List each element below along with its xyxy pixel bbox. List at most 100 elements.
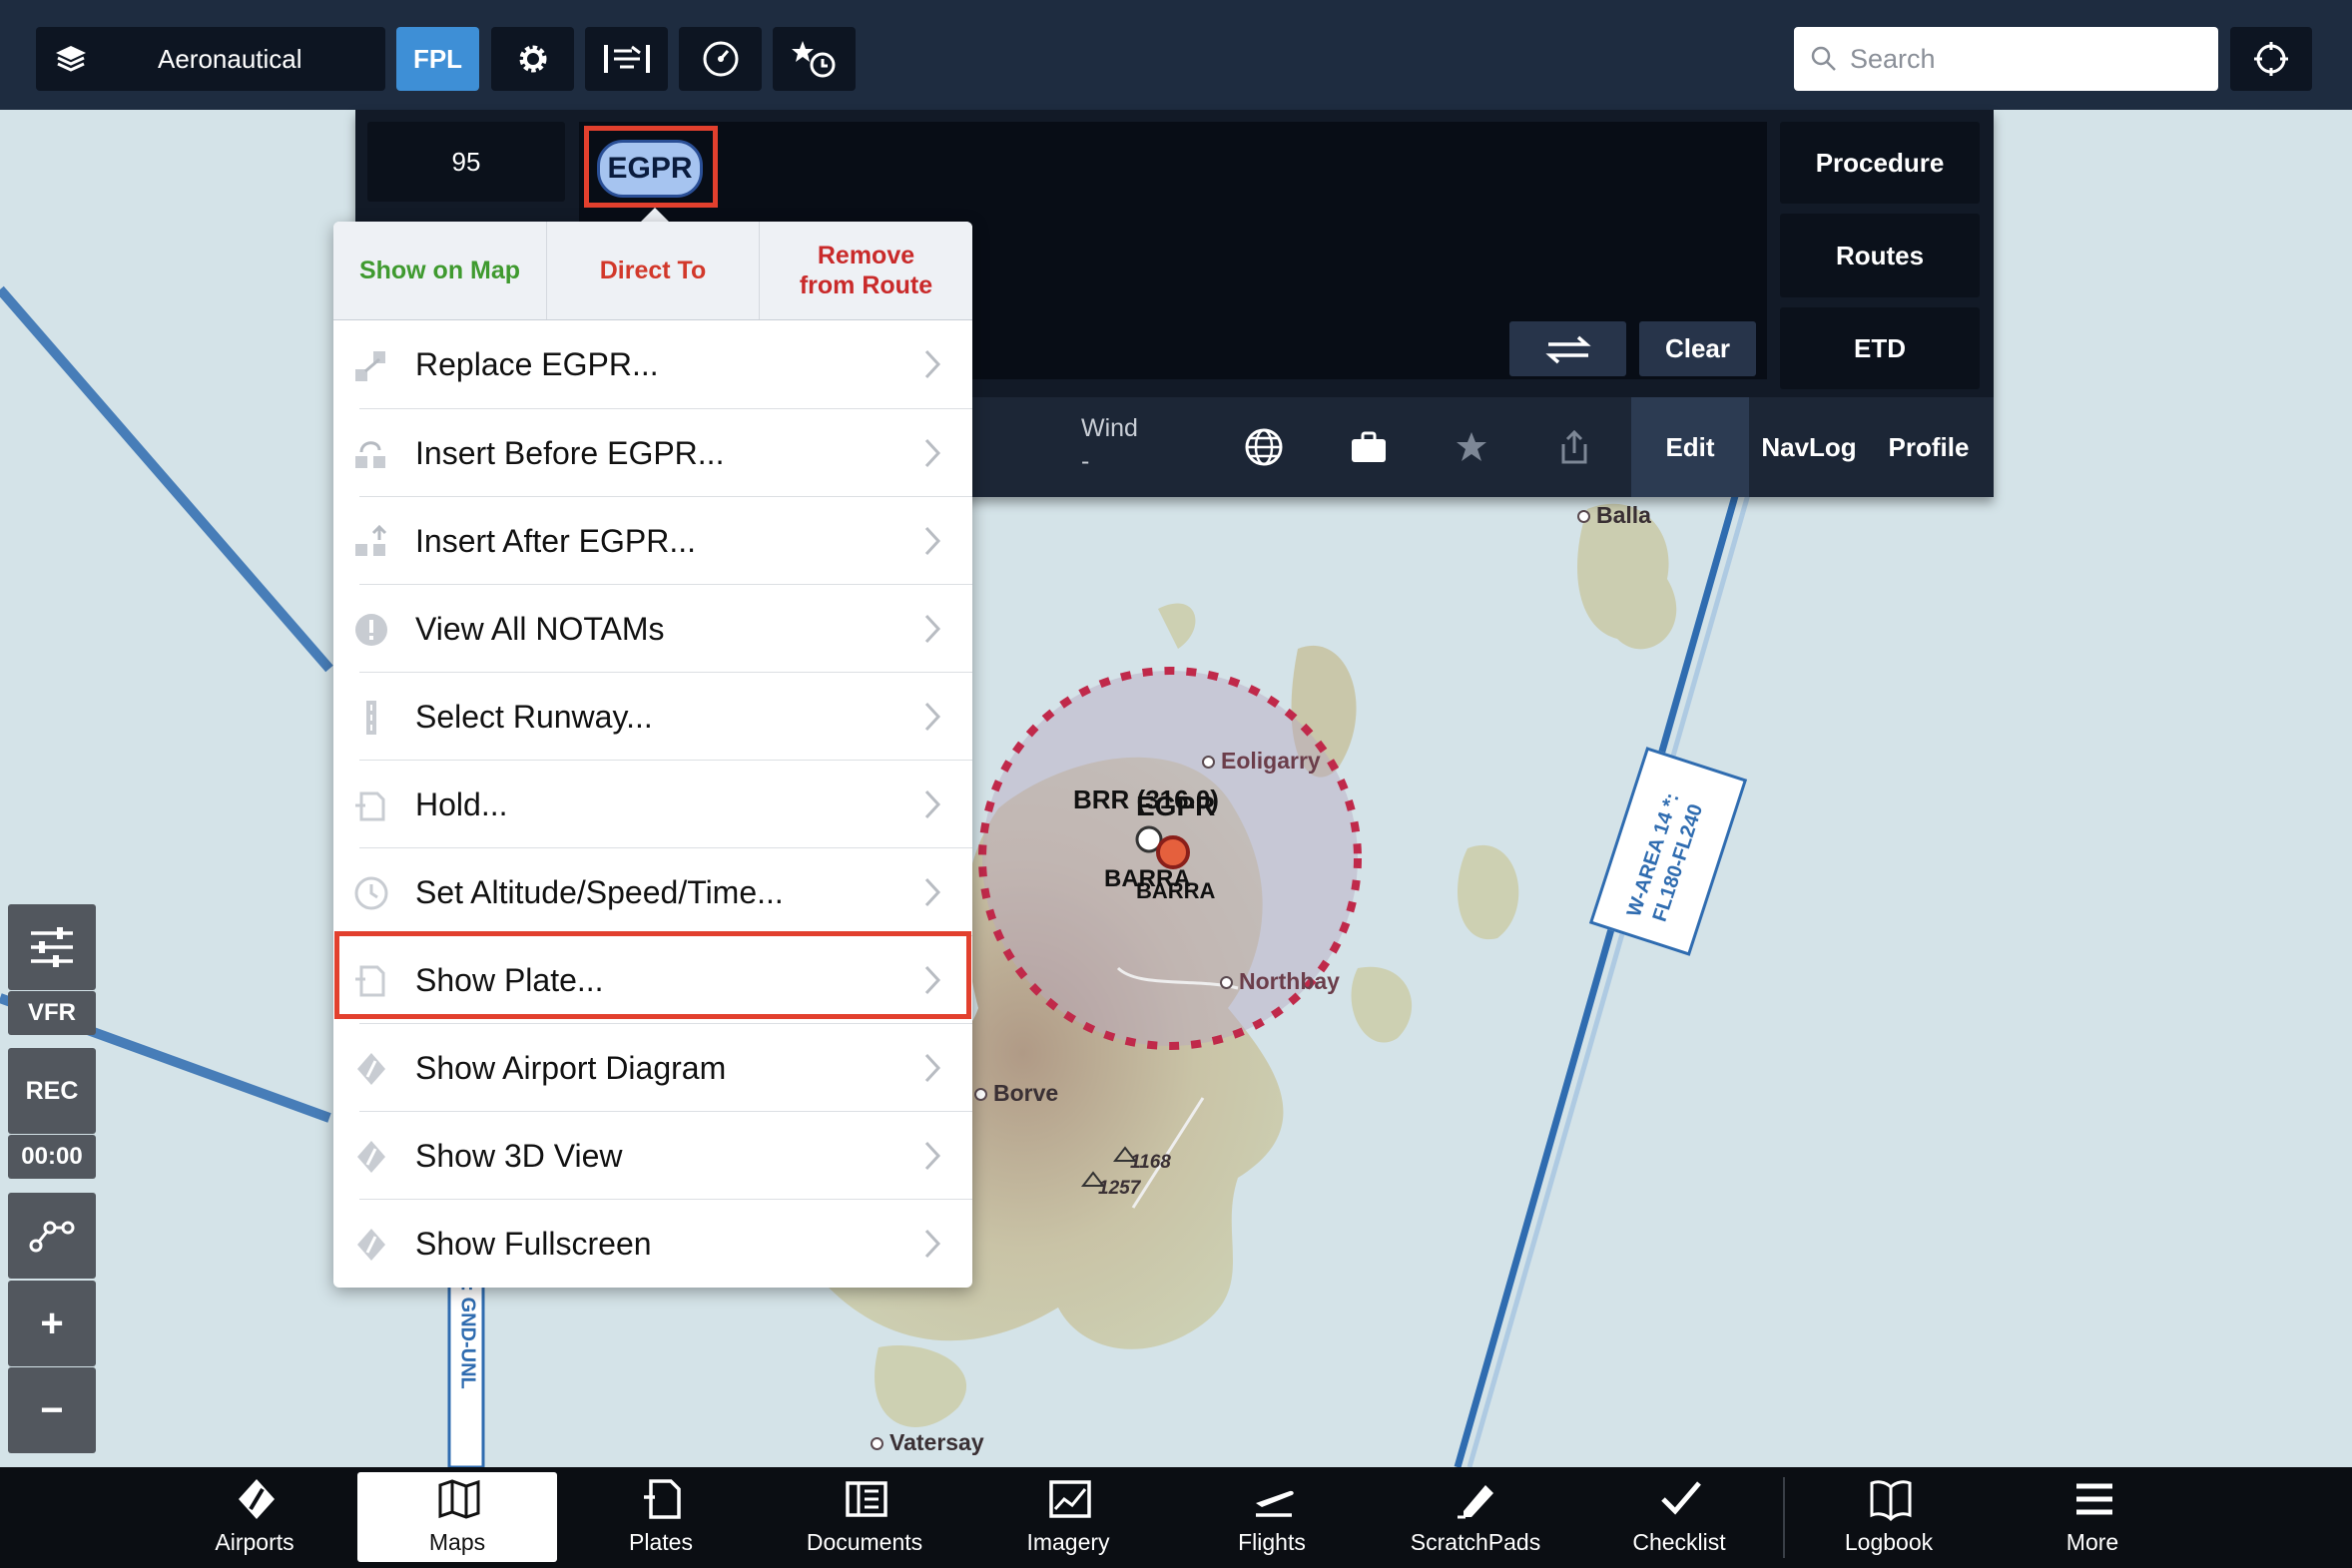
tab-more[interactable]: More — [1993, 1467, 2192, 1568]
wind-bars-icon — [603, 45, 650, 73]
notam-alert-icon — [355, 614, 387, 646]
layers-button[interactable]: Aeronautical — [36, 27, 385, 91]
tab-navlog[interactable]: NavLog — [1749, 397, 1869, 497]
route-tool-button[interactable] — [8, 1193, 96, 1279]
search-icon — [1811, 46, 1836, 71]
menu-item-airport-diagram[interactable]: Show Airport Diagram — [333, 1024, 972, 1112]
map-icon — [438, 1479, 480, 1519]
globe-icon — [1245, 428, 1283, 466]
menu-item-label: Select Runway... — [415, 698, 653, 735]
show-plate-highlight-box — [334, 931, 971, 1019]
flights-icon — [1256, 1490, 1294, 1517]
weight-balance-button[interactable] — [1329, 397, 1409, 497]
clear-button[interactable]: Clear — [1639, 321, 1756, 376]
top-toolbar: Aeronautical FPL — [0, 0, 2352, 110]
globe-button[interactable] — [1224, 397, 1304, 497]
zoom-out-button[interactable]: − — [8, 1367, 96, 1453]
chevron-right-icon — [924, 349, 941, 379]
chevron-right-icon — [924, 1053, 941, 1083]
direct-to-button[interactable]: Direct To — [547, 222, 760, 319]
menu-item-notams[interactable]: View All NOTAMs — [333, 585, 972, 673]
insert-before-icon — [355, 441, 385, 468]
tab-checklist[interactable]: Checklist — [1579, 1467, 1779, 1568]
menu-item-replace[interactable]: Replace EGPR... — [333, 320, 972, 408]
airport-marker-icon[interactable] — [1156, 835, 1190, 869]
menu-item-label: Insert Before EGPR... — [415, 434, 725, 471]
gauge-button[interactable] — [679, 27, 762, 91]
waypoint-context-menu: Show on Map Direct To Remove from Route … — [333, 222, 972, 1288]
map-place-label[interactable]: Eoligarry — [1202, 748, 1321, 775]
zoom-in-button[interactable]: + — [8, 1281, 96, 1366]
fpl-button[interactable]: FPL — [396, 27, 479, 91]
star-icon — [1457, 432, 1486, 461]
tab-edit[interactable]: Edit — [1631, 397, 1749, 497]
menu-item-label: Set Altitude/Speed/Time... — [415, 873, 784, 910]
briefcase-icon — [1352, 431, 1386, 462]
tab-flights[interactable]: Flights — [1172, 1467, 1372, 1568]
show-on-map-button[interactable]: Show on Map — [333, 222, 547, 319]
etd-button[interactable]: ETD — [1780, 307, 1980, 389]
map-place-label[interactable]: Borve — [974, 1080, 1058, 1107]
locate-button[interactable] — [2230, 27, 2312, 91]
wind-button[interactable] — [585, 27, 668, 91]
tab-documents[interactable]: Documents — [765, 1467, 964, 1568]
menu-item-select-runway[interactable]: Select Runway... — [333, 673, 972, 761]
tab-label: ScratchPads — [1410, 1529, 1541, 1555]
wind-label: Wind — [1081, 414, 1138, 442]
tab-profile[interactable]: Profile — [1869, 397, 1989, 497]
routes-button[interactable]: Routes — [1780, 214, 1980, 297]
tab-label: Airports — [215, 1529, 294, 1555]
vfr-mode-button[interactable]: VFR — [8, 991, 96, 1035]
chevron-right-icon — [924, 438, 941, 468]
menu-item-label: Replace EGPR... — [415, 345, 659, 382]
tab-plates[interactable]: Plates — [561, 1467, 761, 1568]
map-place-label[interactable]: Vatersay — [871, 1429, 984, 1456]
record-timer: 00:00 — [8, 1135, 96, 1179]
procedure-button[interactable]: Procedure — [1780, 122, 1980, 204]
fullscreen-icon — [357, 1229, 385, 1261]
tab-label: Checklist — [1632, 1529, 1726, 1555]
map-place-label[interactable]: Northbay — [1220, 968, 1340, 995]
share-button[interactable] — [1534, 397, 1614, 497]
gauge-icon — [703, 41, 738, 77]
search-field[interactable] — [1794, 27, 2218, 91]
checklist-icon — [1661, 1481, 1701, 1515]
menu-item-hold[interactable]: Hold... — [333, 761, 972, 848]
chevron-right-icon — [924, 614, 941, 644]
chevron-right-icon — [924, 1229, 941, 1259]
menu-item-label: Show Fullscreen — [415, 1225, 652, 1262]
wind-value: - — [1081, 447, 1090, 475]
airspace-boundary-line — [0, 285, 333, 673]
tab-maps[interactable]: Maps — [357, 1472, 557, 1562]
menu-item-3d-view[interactable]: Show 3D View — [333, 1112, 972, 1200]
remove-from-route-button[interactable]: Remove from Route — [760, 222, 972, 319]
reverse-route-button[interactable] — [1509, 321, 1626, 376]
tab-airports[interactable]: Airports — [155, 1467, 354, 1568]
tab-label: Documents — [806, 1529, 923, 1555]
bottom-tab-bar: Airports Maps Plates Documents Imagery F… — [0, 1467, 2352, 1568]
replace-icon — [355, 351, 385, 381]
chevron-right-icon — [924, 1141, 941, 1171]
tab-logbook[interactable]: Logbook — [1789, 1467, 1989, 1568]
menu-item-altitude-speed-time[interactable]: Set Altitude/Speed/Time... — [333, 848, 972, 936]
chevron-right-icon — [924, 702, 941, 732]
favorites-recent-button[interactable] — [773, 27, 856, 91]
search-input[interactable] — [1848, 42, 2211, 76]
tab-imagery[interactable]: Imagery — [968, 1467, 1168, 1568]
speed-field[interactable]: 95 — [367, 122, 565, 202]
map-place-label[interactable]: Balla — [1577, 502, 1651, 529]
waypoint-chip[interactable]: EGPR — [597, 140, 703, 198]
favorite-route-button[interactable] — [1432, 397, 1511, 497]
menu-item-fullscreen[interactable]: Show Fullscreen — [333, 1200, 972, 1288]
map-settings-button[interactable] — [8, 904, 96, 990]
route-path-icon — [29, 1221, 75, 1253]
clock-icon — [354, 876, 388, 910]
layer-label: Aeronautical — [158, 43, 302, 74]
record-button[interactable]: REC — [8, 1048, 96, 1134]
tab-scratchpads[interactable]: ScratchPads — [1376, 1467, 1575, 1568]
menu-item-insert-before[interactable]: Insert Before EGPR... — [333, 409, 972, 497]
menu-item-insert-after[interactable]: Insert After EGPR... — [333, 497, 972, 585]
airport-label[interactable]: EGPR — [1136, 790, 1215, 822]
settings-button[interactable] — [491, 27, 574, 91]
gear-icon — [519, 45, 546, 73]
